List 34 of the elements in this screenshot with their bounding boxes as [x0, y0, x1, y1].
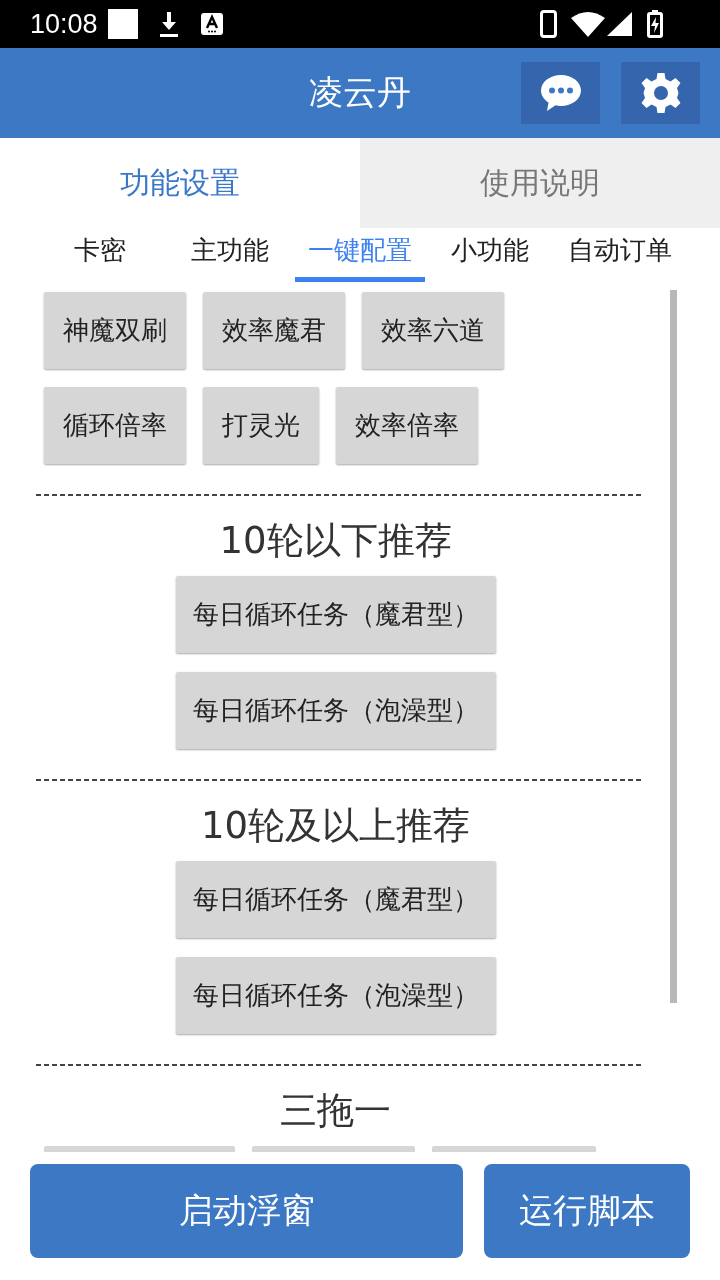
preset-button[interactable]: 每日循环任务（泡澡型） [175, 672, 496, 749]
settings-button[interactable] [621, 62, 700, 124]
settings-icon [640, 73, 681, 113]
section-title: 10轮及以上推荐 [199, 803, 472, 849]
preset-button[interactable]: 循环倍率 [44, 387, 186, 464]
preset-button[interactable]: 每日循环任务（魔君型） [175, 576, 496, 653]
chat-button[interactable] [521, 62, 600, 124]
wifi-icon [571, 11, 605, 37]
app-title: 凌云丹 [309, 71, 411, 114]
clock-time: 10:08 [30, 9, 98, 39]
sub-tab[interactable]: 一键配置 [295, 228, 425, 282]
speech-bubble-icon [540, 74, 581, 112]
sub-tab[interactable]: 小功能 [425, 228, 555, 282]
preset-button[interactable]: 效率倍率 [336, 387, 478, 464]
preset-button[interactable]: 打灵光 [203, 387, 319, 464]
sub-tab[interactable]: 自动订单 [555, 228, 685, 282]
preset-button[interactable]: 效率魔君 [203, 292, 345, 369]
section-title: 三拖一 [279, 1088, 392, 1134]
sub-tab[interactable]: 卡密 [35, 228, 165, 282]
preset-button[interactable]: 效率六道 [362, 292, 504, 369]
download-icon [158, 11, 179, 37]
action-button[interactable]: 启动浮窗 [30, 1164, 463, 1258]
preset-button[interactable]: 神魔双刷 [44, 292, 186, 369]
sub-tab[interactable]: 主功能 [165, 228, 295, 282]
tab[interactable]: 使用说明 [360, 138, 720, 228]
signal-icon [607, 12, 632, 36]
square-icon [107, 9, 138, 39]
phone-icon [540, 10, 557, 38]
section-title: 10轮以下推荐 [218, 518, 453, 564]
preset-button[interactable]: 每日循环任务（泡澡型） [175, 957, 496, 1034]
battery-charging-icon [647, 10, 663, 38]
preset-button[interactable]: 每日循环任务（魔君型） [175, 861, 496, 938]
font-icon [200, 13, 223, 35]
action-button[interactable]: 运行脚本 [484, 1164, 690, 1258]
